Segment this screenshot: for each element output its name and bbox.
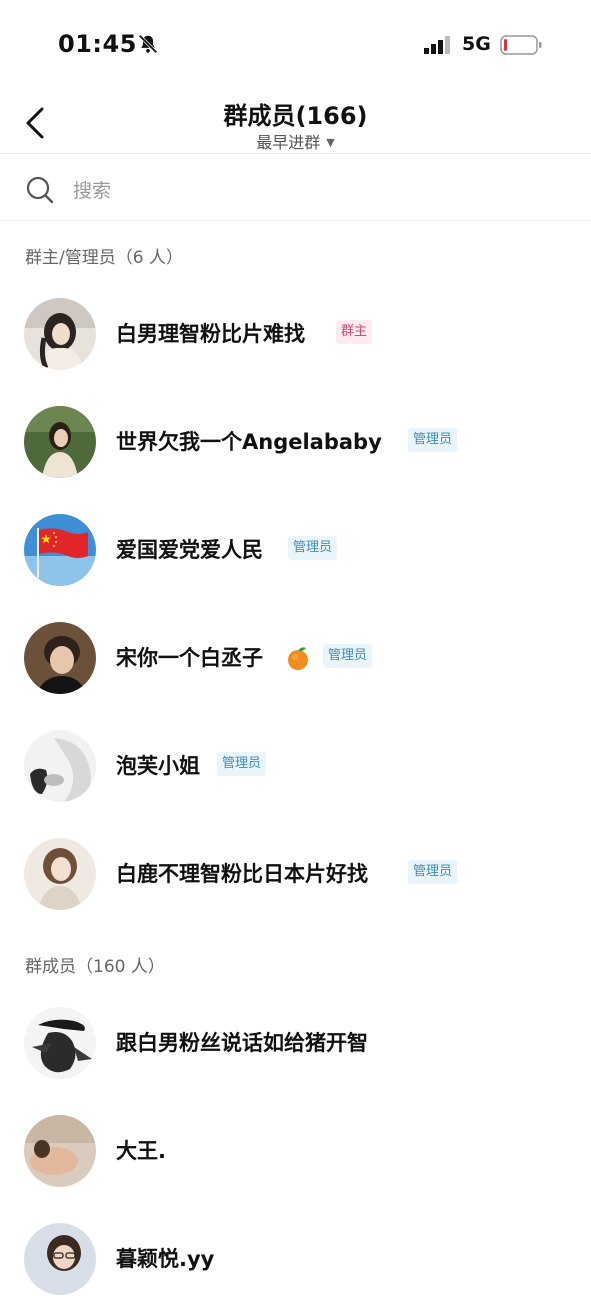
avatar xyxy=(24,838,96,910)
search-input[interactable]: 搜索 xyxy=(73,176,111,203)
member-row[interactable]: 爱国爱党爱人民 管理员 xyxy=(0,496,591,604)
member-row[interactable]: 白男理智粉比片难找 群主 xyxy=(0,280,591,388)
member-row[interactable]: 跟白男粉丝说话如给猪开智 xyxy=(0,989,591,1097)
signal-icon xyxy=(424,36,450,54)
avatar xyxy=(24,730,96,802)
caret-down-icon: ▼ xyxy=(326,136,335,149)
member-name: 暮颖悦.yy xyxy=(116,1247,215,1271)
search-bar[interactable]: 搜索 xyxy=(0,155,591,221)
admin-badge: 管理员 xyxy=(408,860,458,884)
member-name: 跟白男粉丝说话如给猪开智 xyxy=(116,1031,368,1055)
avatar xyxy=(24,1007,96,1079)
clock: 01:45 xyxy=(58,30,137,58)
member-name: 泡芙小姐 xyxy=(116,754,200,778)
page-title: 群成员(166) xyxy=(223,102,368,130)
search-icon xyxy=(26,176,54,204)
bell-muted-icon xyxy=(138,34,158,54)
network-label: 5G xyxy=(462,33,491,55)
avatar xyxy=(24,1115,96,1187)
member-row[interactable]: 大王. xyxy=(0,1097,591,1205)
flag-avatar xyxy=(24,514,96,586)
owner-badge: 群主 xyxy=(336,320,373,344)
member-name: 世界欠我一个Angelababy xyxy=(116,430,382,454)
avatar xyxy=(24,298,96,370)
admin-badge: 管理员 xyxy=(323,644,373,668)
admin-badge: 管理员 xyxy=(217,752,267,776)
member-row[interactable]: 宋你一个白丞子 管理员 xyxy=(0,604,591,712)
member-name: 白鹿不理智粉比日本片好找 xyxy=(116,862,368,886)
battery-icon xyxy=(500,35,542,55)
tangerine-icon xyxy=(288,647,308,670)
sort-label: 最早进群 xyxy=(256,133,321,152)
avatar xyxy=(24,1223,96,1295)
section-header-members: 群成员（160 人） xyxy=(25,957,165,977)
member-row[interactable]: 白鹿不理智粉比日本片好找 管理员 xyxy=(0,820,591,928)
member-name: 白男理智粉比片难找 xyxy=(116,322,305,346)
section-header-admins: 群主/管理员（6 人） xyxy=(25,248,183,268)
member-name: 宋你一个白丞子 xyxy=(116,646,263,670)
admin-badge: 管理员 xyxy=(288,536,338,560)
member-row[interactable]: 泡芙小姐 管理员 xyxy=(0,712,591,820)
member-row[interactable]: 暮颖悦.yy xyxy=(0,1205,591,1313)
member-row[interactable]: 世界欠我一个Angelababy 管理员 xyxy=(0,388,591,496)
member-name: 爱国爱党爱人民 xyxy=(116,538,263,562)
admin-badge: 管理员 xyxy=(408,428,458,452)
status-bar: 01:45 5G xyxy=(0,0,591,88)
member-name: 大王. xyxy=(116,1139,166,1163)
avatar xyxy=(24,622,96,694)
nav-bar: 群成员(166) 最早进群 ▼ xyxy=(0,88,591,154)
avatar xyxy=(24,406,96,478)
sort-selector[interactable]: 最早进群 ▼ xyxy=(0,129,591,153)
